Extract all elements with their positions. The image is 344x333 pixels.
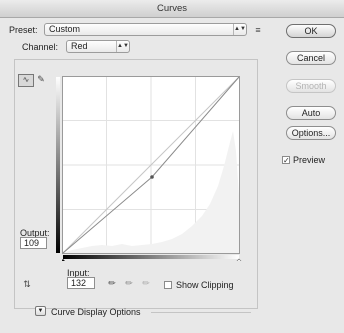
pencil-icon[interactable]: ✎ — [36, 74, 46, 84]
select-arrows-icon: ▲▼ — [233, 24, 246, 35]
preset-select[interactable]: Custom ▲▼ — [44, 23, 247, 36]
show-clipping-label: Show Clipping — [176, 280, 234, 290]
channel-label: Channel: — [22, 42, 59, 52]
channel-value: Red — [71, 41, 88, 51]
options-button[interactable]: Options... — [286, 126, 336, 140]
output-gradient-bar — [56, 77, 60, 253]
preset-label: Preset: — [9, 25, 38, 35]
preset-options-icon[interactable]: ≡ — [253, 25, 263, 35]
preview-label: Preview — [293, 155, 326, 165]
black-point-slider[interactable] — [62, 259, 66, 261]
input-gradient-bar — [63, 255, 239, 259]
white-point-slider[interactable] — [236, 258, 242, 261]
preset-value: Custom — [49, 24, 81, 34]
curves-dialog: Curves Preset: Custom ▲▼ ≡ Channel: Red … — [0, 0, 344, 333]
curve-display-options-label[interactable]: Curve Display Options — [51, 307, 141, 317]
show-clipping-checkbox[interactable] — [164, 281, 172, 289]
section-divider — [151, 312, 251, 313]
select-arrows-icon: ▲▼ — [116, 41, 129, 52]
channel-select[interactable]: Red ▲▼ — [66, 40, 130, 53]
black-eyedropper-icon[interactable]: ✏ — [107, 278, 117, 288]
disclosure-triangle-icon[interactable]: ▼ — [35, 306, 46, 316]
ok-button[interactable]: OK — [286, 24, 336, 38]
gray-eyedropper-icon[interactable]: ✏ — [124, 278, 134, 288]
cancel-button[interactable]: Cancel — [286, 51, 336, 65]
auto-button[interactable]: Auto — [286, 106, 336, 120]
on-image-adjust-icon[interactable]: ⇅ — [20, 279, 34, 289]
preview-checkbox[interactable]: ✓ — [282, 156, 290, 165]
curve-point[interactable] — [150, 175, 154, 179]
white-eyedropper-icon[interactable]: ✏ — [141, 278, 151, 288]
smooth-button[interactable]: Smooth — [286, 79, 336, 93]
curve-graph[interactable] — [62, 76, 254, 261]
curve-points-icon[interactable]: ∿ — [18, 74, 34, 87]
output-field[interactable]: 109 — [20, 237, 47, 249]
input-field[interactable]: 132 — [67, 277, 95, 289]
window-title: Curves — [0, 0, 344, 18]
